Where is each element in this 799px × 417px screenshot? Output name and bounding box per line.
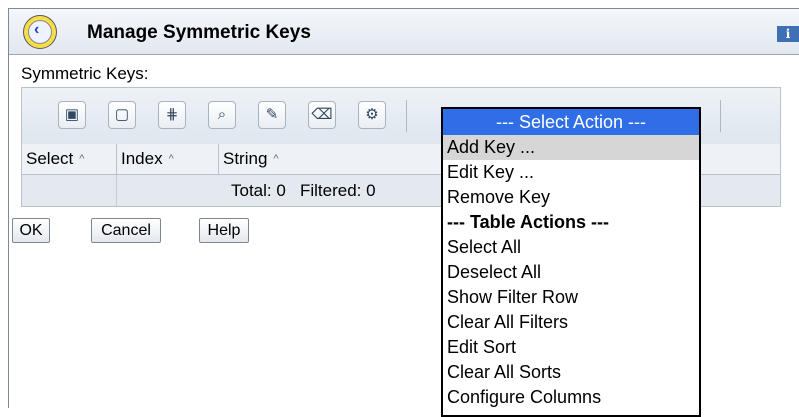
toolbar-divider <box>720 100 721 132</box>
clear-sort-icon[interactable]: ⌫ <box>308 101 336 129</box>
menu-item-show-filter-row[interactable]: Show Filter Row <box>443 285 699 310</box>
menu-item-add-key[interactable]: Add Key ... <box>443 135 699 160</box>
menu-item-remove-key[interactable]: Remove Key <box>443 185 699 210</box>
select-all-icon[interactable]: ▣ <box>58 101 86 129</box>
menu-item-clear-all-filters[interactable]: Clear All Filters <box>443 310 699 335</box>
filtered-count: Filtered: 0 <box>299 181 376 200</box>
configure-columns-icon[interactable]: ⚙ <box>358 101 386 129</box>
column-header-label: String <box>223 149 268 168</box>
menu-item-clear-all-sorts[interactable]: Clear All Sorts <box>443 360 699 385</box>
edit-sort-icon[interactable]: ✎ <box>258 101 286 129</box>
info-icon[interactable]: i <box>777 26 799 42</box>
deselect-all-icon[interactable]: ▢ <box>108 101 136 129</box>
total-count: Total: 0 <box>231 181 286 200</box>
help-button[interactable]: Help <box>199 218 249 243</box>
back-arrow-icon: ‹ <box>34 21 40 38</box>
page-title: Manage Symmetric Keys <box>87 22 311 43</box>
menu-item-edit-key[interactable]: Edit Key ... <box>443 160 699 185</box>
column-header-select[interactable]: Select ^ <box>22 144 117 174</box>
column-header-label: Select <box>26 149 74 168</box>
manage-symmetric-keys-panel: ‹ Manage Symmetric Keys i Symmetric Keys… <box>8 8 799 417</box>
back-clock-icon-face <box>28 20 52 44</box>
summary-cell <box>22 175 117 206</box>
menu-item-select-all[interactable]: Select All <box>443 235 699 260</box>
menu-item-edit-sort[interactable]: Edit Sort <box>443 335 699 360</box>
sort-ascending-icon[interactable]: ^ <box>169 153 174 165</box>
ok-button[interactable]: OK <box>12 218 50 243</box>
sort-ascending-icon[interactable]: ^ <box>79 153 84 165</box>
summary-text: Total: 0 Filtered: 0 <box>231 175 376 206</box>
select-action-dropdown[interactable]: --- Select Action --- Add Key ... Edit K… <box>441 107 701 417</box>
show-filter-icon[interactable]: ⋕ <box>158 101 186 129</box>
sort-ascending-icon[interactable]: ^ <box>273 153 278 165</box>
menu-group-table-actions: --- Table Actions --- <box>447 212 609 232</box>
column-header-index[interactable]: Index ^ <box>117 144 219 174</box>
section-label: Symmetric Keys: <box>21 64 149 83</box>
toolbar-divider <box>406 100 407 132</box>
clear-filter-icon[interactable]: ⌕ <box>208 101 236 129</box>
menu-item-deselect-all[interactable]: Deselect All <box>443 260 699 285</box>
column-header-label: Index <box>121 149 163 168</box>
dropdown-selected-value[interactable]: --- Select Action --- <box>443 109 699 135</box>
menu-item-configure-columns[interactable]: Configure Columns <box>443 385 699 410</box>
title-bar: ‹ Manage Symmetric Keys i <box>9 9 799 55</box>
back-clock-icon[interactable]: ‹ <box>23 15 57 49</box>
cancel-button[interactable]: Cancel <box>91 218 161 243</box>
